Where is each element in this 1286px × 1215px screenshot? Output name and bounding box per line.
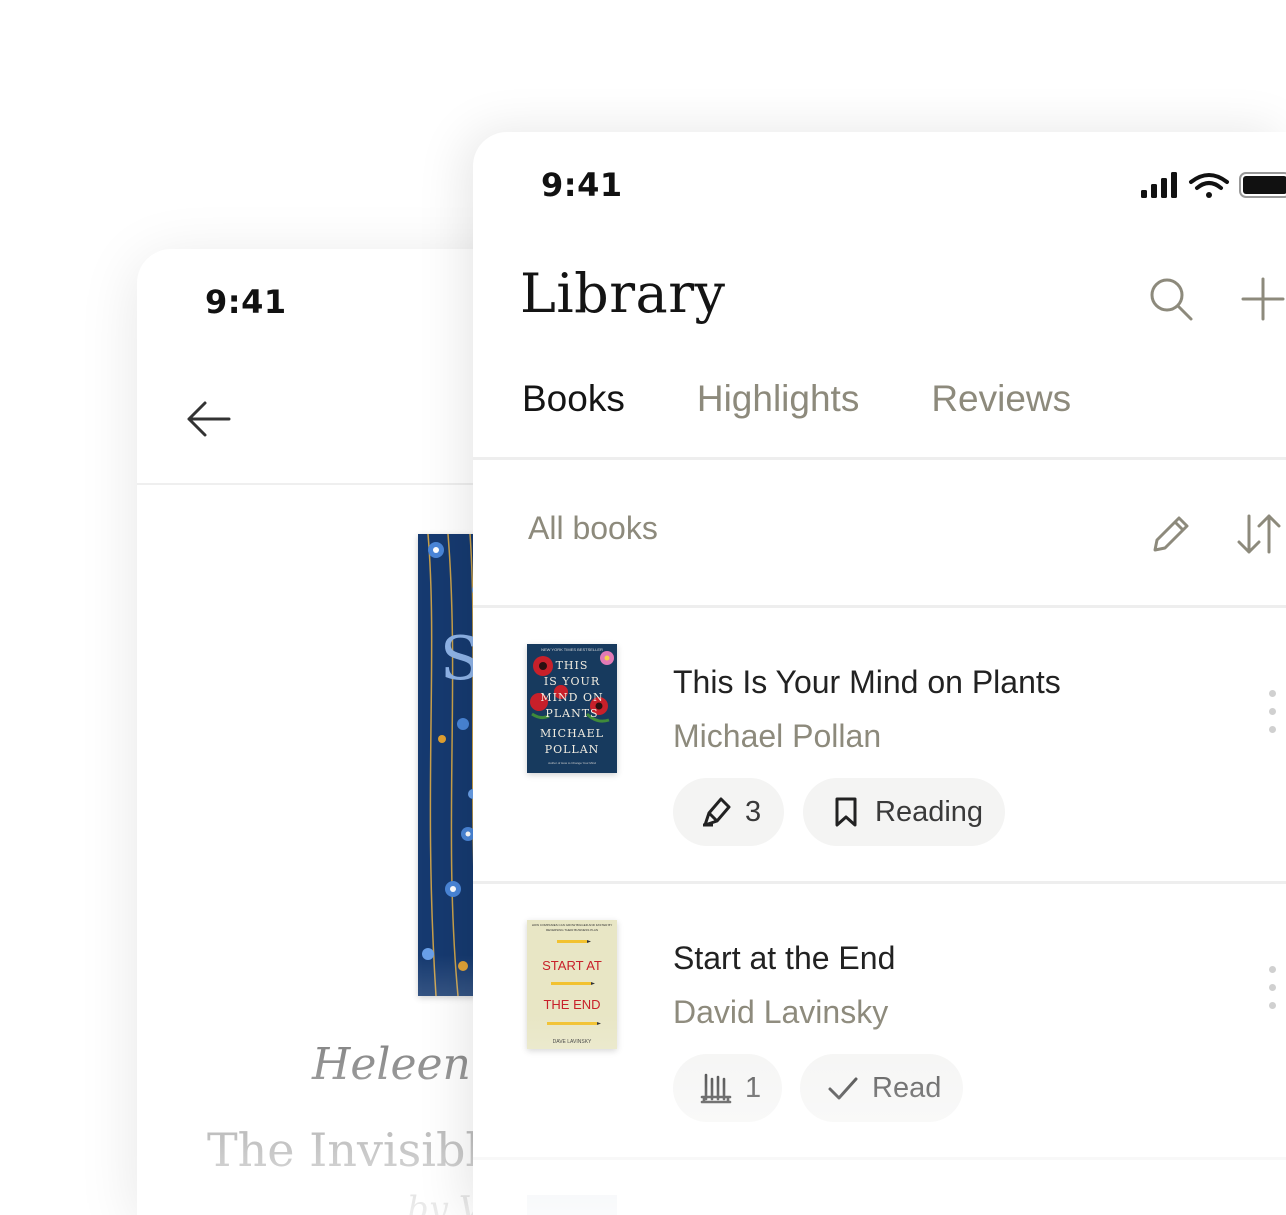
book-subtitle: by V	[407, 1189, 484, 1215]
cover-title-line: START AT	[542, 958, 602, 973]
book-list-item[interactable]: HOW COMPANIES CAN GROW BIGGER AND FASTER…	[473, 884, 1286, 1159]
cover-title-line: PLANTS	[545, 707, 599, 720]
book-list-item[interactable]: NEW YORK TIMES BESTSELLER THIS IS YOUR M…	[473, 608, 1286, 883]
tab-highlights[interactable]: Highlights	[697, 378, 859, 420]
cover-title-line: THE END	[543, 997, 601, 1012]
highlighter-icon	[699, 795, 733, 829]
read-status-label: Read	[872, 1071, 942, 1104]
sort-icon[interactable]	[1235, 510, 1283, 558]
cover-title-line: THIS	[555, 659, 589, 672]
tab-bar: Books Highlights Reviews	[522, 378, 1071, 420]
cellular-signal-icon	[1141, 172, 1177, 198]
list-divider	[473, 1157, 1286, 1160]
status-time: 9:41	[205, 283, 287, 321]
bookshelf-icon	[699, 1071, 733, 1105]
status-time: 9:41	[541, 166, 623, 204]
book-cover-image: NEW YORK TIMES BESTSELLER THIS IS YOUR M…	[527, 644, 617, 773]
more-options-icon[interactable]	[1262, 966, 1282, 1012]
read-status-chip[interactable]: Read	[800, 1054, 963, 1122]
book-author: Michael Pollan	[673, 718, 882, 754]
tab-reviews[interactable]: Reviews	[931, 378, 1071, 420]
tab-books[interactable]: Books	[522, 378, 625, 420]
cover-author: MICHAEL POLLAN	[527, 726, 617, 758]
page-title: Library	[520, 262, 726, 325]
checkmark-icon	[826, 1071, 860, 1105]
highlights-count: 3	[745, 795, 762, 828]
cover-tagline: Author of How to Change Your Mind	[548, 761, 596, 765]
back-arrow-icon[interactable]	[185, 399, 231, 439]
book-author: David Lavinsky	[673, 994, 889, 1030]
reading-status-chip[interactable]: Reading	[803, 778, 1005, 846]
search-icon[interactable]	[1147, 275, 1195, 323]
tabs-divider	[473, 457, 1286, 460]
book-title: Start at the End	[673, 940, 896, 976]
cover-author-line: DAVE LAVINSKY	[552, 1039, 592, 1045]
wifi-icon	[1189, 173, 1229, 198]
bookmark-icon	[829, 795, 863, 829]
cover-title: THIS IS YOUR MIND ON PLANTS	[527, 658, 617, 722]
more-options-icon[interactable]	[1262, 690, 1282, 736]
cover-title-line: IS YOUR	[543, 675, 601, 688]
reading-status-label: Reading	[875, 795, 984, 828]
cover-title-line: MIND ON	[540, 691, 604, 704]
library-screen: 9:41 Library Books Highlights Reviews Al…	[473, 132, 1286, 1215]
book-cover-image: HOW COMPANIES CAN GROW BIGGER AND FASTER…	[527, 920, 617, 1049]
battery-icon	[1239, 172, 1286, 198]
shelf-count-chip[interactable]: 1	[673, 1054, 782, 1122]
cover-author-line: MICHAEL	[540, 727, 604, 740]
highlights-count-chip[interactable]: 3	[673, 778, 784, 846]
cover-top-line: NEW YORK TIMES BESTSELLER	[541, 647, 603, 652]
edit-pencil-icon[interactable]	[1147, 510, 1195, 558]
status-bar-icons	[1141, 170, 1286, 200]
add-icon[interactable]	[1239, 275, 1286, 323]
cover-author-line: POLLAN	[544, 743, 600, 756]
shelf-count: 1	[745, 1071, 762, 1104]
next-book-cover-image	[527, 1195, 617, 1215]
book-title: The Invisible	[207, 1123, 508, 1177]
book-title: This Is Your Mind on Plants	[673, 664, 1061, 700]
filter-dropdown[interactable]: All books	[528, 510, 658, 547]
